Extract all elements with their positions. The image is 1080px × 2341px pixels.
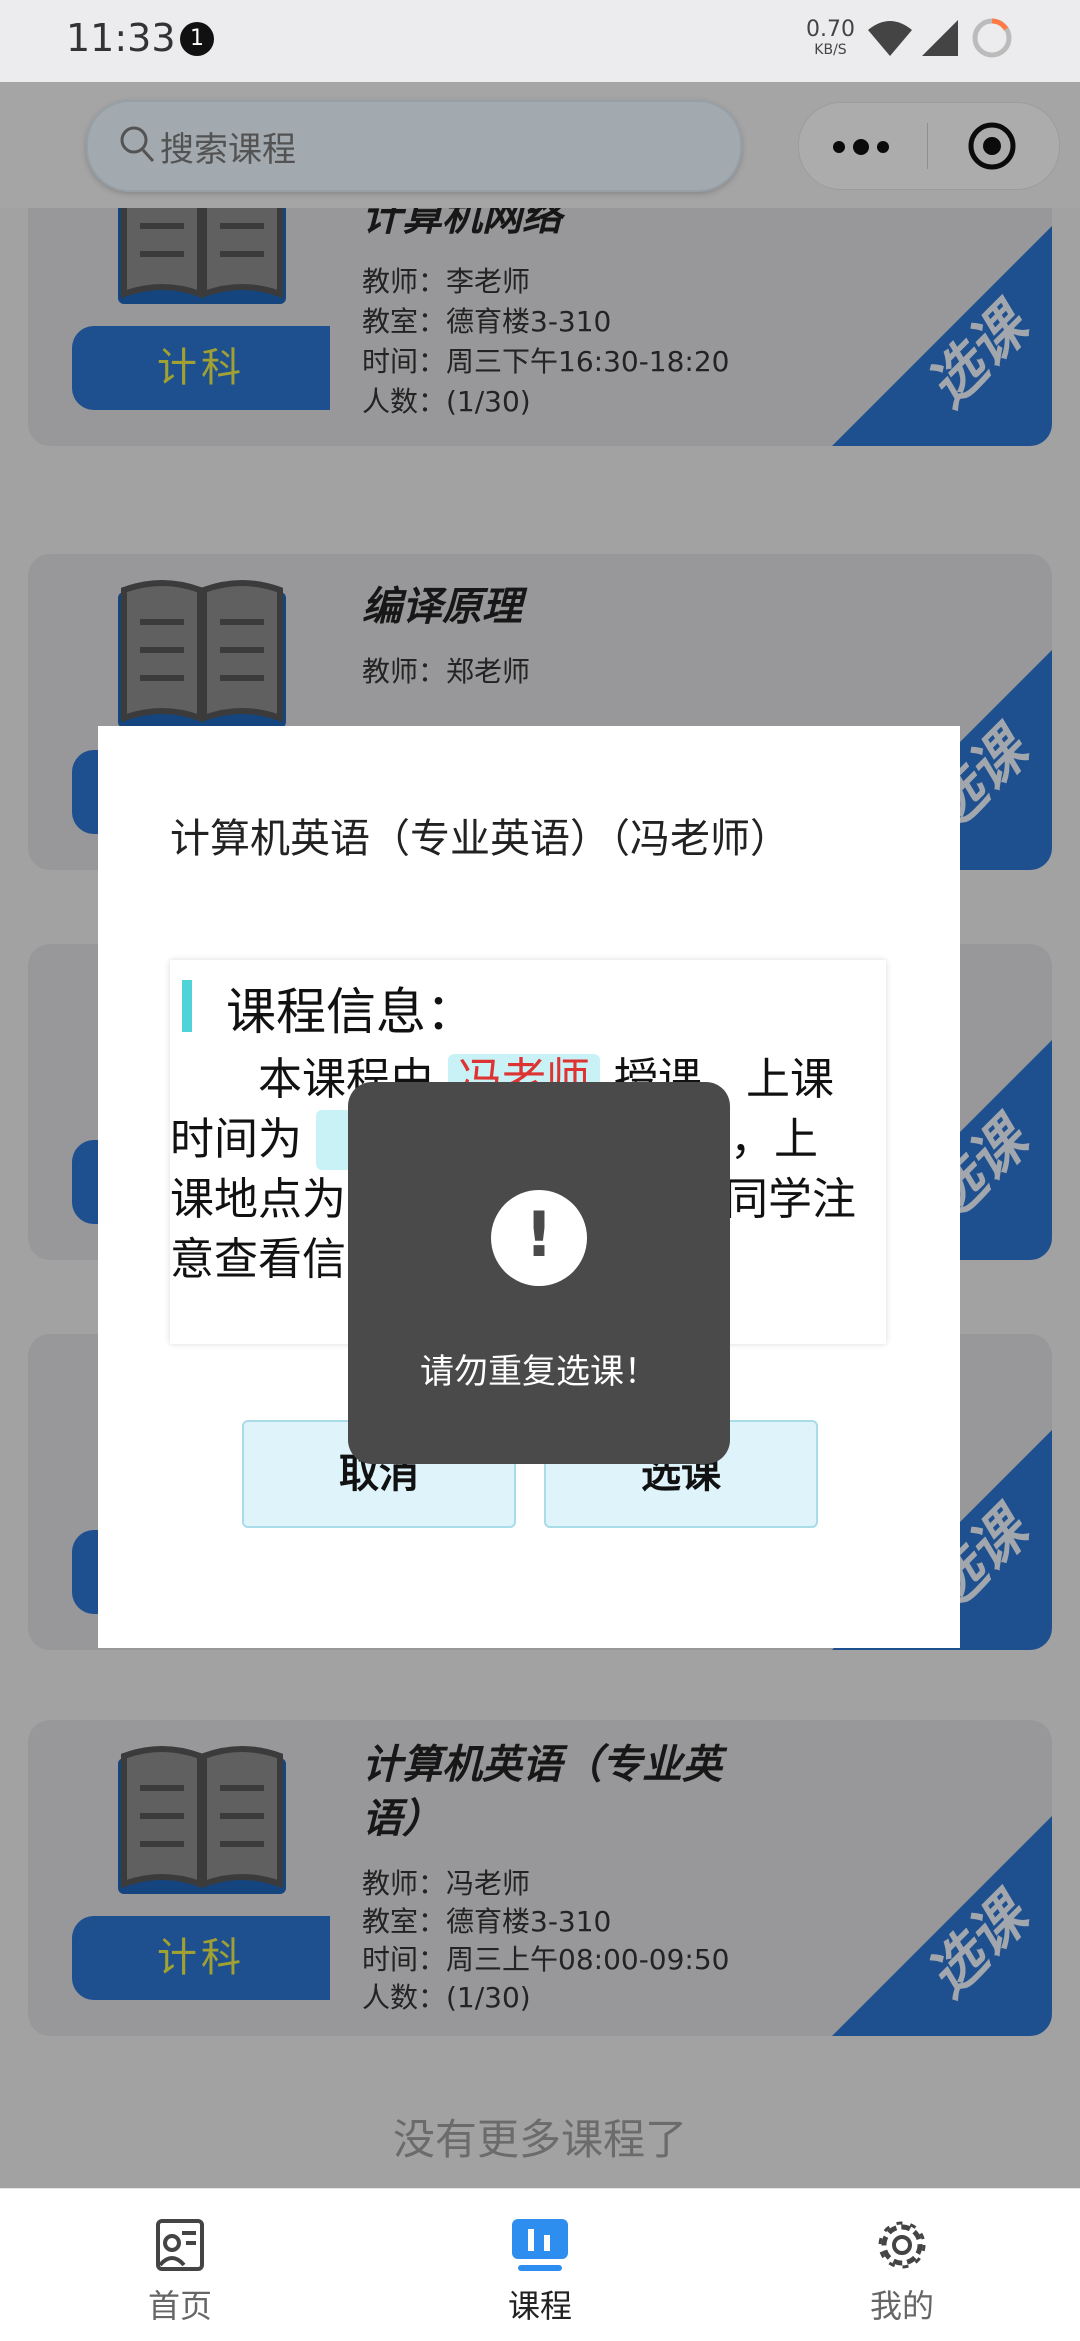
- tab-home[interactable]: 首页: [80, 2215, 280, 2327]
- wifi-icon: [868, 21, 912, 56]
- tab-home-label: 首页: [147, 2287, 212, 2325]
- warning-icon: !: [491, 1190, 587, 1286]
- dialog-title: 计算机英语（专业英语）（冯老师）: [170, 816, 790, 862]
- info-line3-a: 课地点为: [170, 1174, 346, 1225]
- info-line4-a: 意查看信: [170, 1234, 346, 1285]
- section-accent-bar: [182, 980, 192, 1032]
- tab-mine[interactable]: 我的: [802, 2215, 1002, 2327]
- info-line2-a: 时间为: [170, 1114, 302, 1165]
- network-speed: 0.70 KB/S: [806, 17, 855, 60]
- tab-mine-label: 我的: [869, 2287, 934, 2325]
- info-line2-b: ，上: [730, 1114, 818, 1165]
- status-bar: 11:33 1 0.70 KB/S: [0, 0, 1080, 82]
- speed-value: 0.70: [806, 17, 855, 42]
- tab-courses-label: 课程: [507, 2287, 572, 2325]
- speed-unit: KB/S: [814, 42, 847, 58]
- course-board-icon: [512, 2219, 568, 2271]
- tab-courses[interactable]: 课程: [440, 2215, 640, 2327]
- tab-bar: 首页 课程 我的: [0, 2188, 1080, 2341]
- gear-icon: [878, 2221, 926, 2269]
- warning-glyph: !: [524, 1198, 554, 1271]
- info-line3-b: 同学注: [724, 1174, 856, 1225]
- signal-icon: [922, 20, 958, 56]
- home-list-icon: [156, 2219, 204, 2271]
- section-title: 课程信息：: [226, 983, 476, 1041]
- toast: ! 请勿重复选课！: [348, 1082, 730, 1464]
- status-time: 11:33: [66, 16, 176, 60]
- notification-badge: 1: [180, 22, 214, 56]
- toast-message: 请勿重复选课！: [420, 1352, 658, 1392]
- battery-ring-icon: [972, 18, 1012, 58]
